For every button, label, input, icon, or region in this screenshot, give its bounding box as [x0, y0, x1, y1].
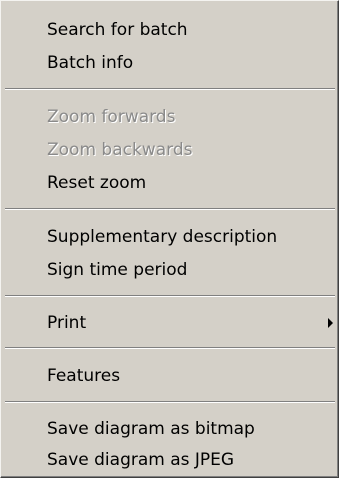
- menu-item-label: Save diagram as bitmap: [47, 419, 255, 439]
- menu-item-label: Sign time period: [47, 260, 188, 280]
- menu-item-label: Print: [47, 313, 87, 333]
- menu-separator: [5, 347, 335, 349]
- menu-item-zoom-forwards[interactable]: Zoom forwards: [1, 104, 339, 131]
- menu-item-label: Save diagram as JPEG: [47, 450, 235, 470]
- menu-item-reset-zoom[interactable]: Reset zoom: [1, 170, 339, 197]
- menu-separator: [5, 295, 335, 297]
- context-menu: Search for batch Batch info Zoom forward…: [0, 0, 339, 478]
- menu-item-label: Search for batch: [47, 20, 188, 40]
- menu-item-label: Zoom backwards: [47, 140, 193, 160]
- menu-item-sign-time-period[interactable]: Sign time period: [1, 257, 339, 284]
- menu-item-label: Reset zoom: [47, 173, 147, 193]
- menu-separator: [5, 208, 335, 210]
- menu-item-label: Zoom forwards: [47, 107, 176, 127]
- menu-item-zoom-backwards[interactable]: Zoom backwards: [1, 137, 339, 164]
- menu-item-print[interactable]: Print: [1, 310, 339, 337]
- menu-item-label: Batch info: [47, 53, 134, 73]
- menu-item-batch-info[interactable]: Batch info: [1, 50, 339, 77]
- menu-item-supplementary-description[interactable]: Supplementary description: [1, 224, 339, 251]
- menu-item-features[interactable]: Features: [1, 363, 339, 390]
- menu-separator: [5, 88, 335, 90]
- chevron-right-icon: [328, 318, 333, 328]
- menu-separator: [5, 401, 335, 403]
- menu-item-save-diagram-as-bitmap[interactable]: Save diagram as bitmap: [1, 416, 339, 443]
- menu-item-label: Features: [47, 366, 121, 386]
- menu-item-search-for-batch[interactable]: Search for batch: [1, 17, 339, 44]
- menu-item-save-diagram-as-jpeg[interactable]: Save diagram as JPEG: [1, 447, 339, 474]
- menu-item-label: Supplementary description: [47, 227, 278, 247]
